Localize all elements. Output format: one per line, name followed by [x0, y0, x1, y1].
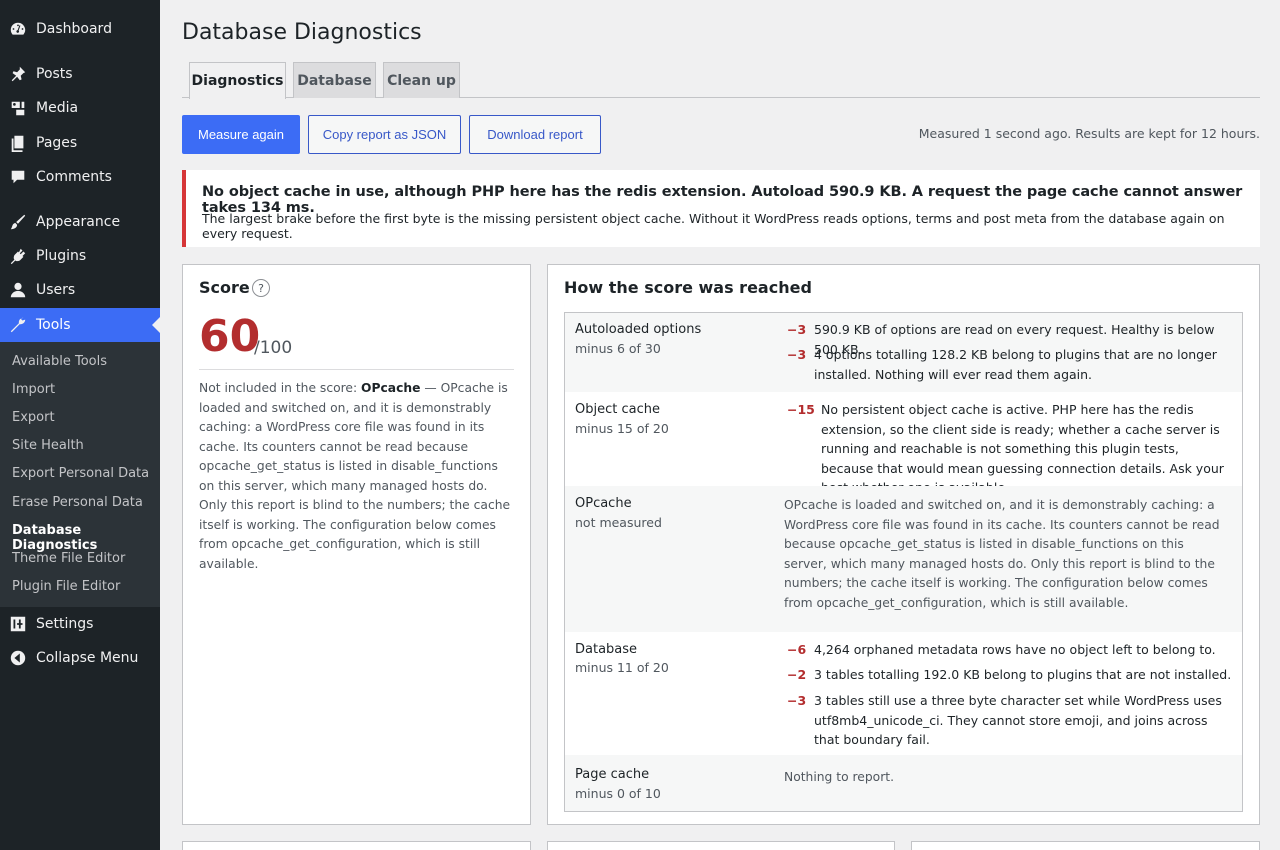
penalty-value: −2: [787, 667, 807, 682]
penalty-value: −6: [787, 642, 807, 657]
menu-item-dashboard[interactable]: Dashboard: [0, 12, 160, 46]
breakdown-row-object-cache: Object cache minus 15 of 20 −15 No persi…: [565, 392, 1242, 495]
pages-icon: [8, 133, 28, 153]
main-content: Database Diagnostics Diagnostics Databas…: [160, 0, 1280, 850]
menu-label: Dashboard: [36, 21, 112, 37]
breakdown-title: How the score was reached: [564, 278, 812, 297]
breakdown-table: Autoloaded options minus 6 of 30 −3 590.…: [564, 312, 1243, 812]
measured-status: Measured 1 second ago. Results are kept …: [918, 126, 1260, 141]
admin-sidebar: Dashboard Posts Media Pages Comments App…: [0, 0, 160, 850]
menu-item-tools[interactable]: Tools: [0, 308, 160, 342]
row-sub: minus 6 of 30: [575, 341, 661, 356]
submenu-item-export-personal-data[interactable]: Export Personal Data: [12, 466, 149, 481]
submenu-item-plugin-file-editor[interactable]: Plugin File Editor: [12, 579, 120, 594]
help-button[interactable]: ?: [252, 279, 270, 297]
penalty-text: 4,264 orphaned metadata rows have no obj…: [814, 642, 1216, 657]
menu-label: Settings: [36, 616, 94, 632]
paintbrush-icon: [8, 212, 28, 232]
menu-item-posts[interactable]: Posts: [0, 57, 160, 91]
tools-submenu: Available Tools Import Export Site Healt…: [0, 342, 160, 607]
submenu-item-export[interactable]: Export: [12, 410, 55, 425]
penalty-text: 3 tables totalling 192.0 KB belong to pl…: [814, 667, 1232, 682]
penalty-value: −3: [787, 347, 807, 362]
submenu-item-available-tools[interactable]: Available Tools: [12, 354, 107, 369]
penalty-value: −15: [787, 402, 815, 417]
menu-item-media[interactable]: Media: [0, 91, 160, 125]
penalty-value: −3: [787, 693, 807, 708]
error-notice: No object cache in use, although PHP her…: [182, 170, 1260, 247]
row-sub: minus 11 of 20: [575, 660, 669, 675]
score-max: /100: [254, 338, 293, 358]
menu-label: Collapse Menu: [36, 650, 139, 666]
tab-diagnostics[interactable]: Diagnostics: [189, 62, 286, 99]
copy-report-json-button[interactable]: Copy report as JSON: [308, 115, 461, 154]
menu-label: Tools: [36, 317, 71, 333]
wrench-icon: [8, 315, 28, 335]
submenu-item-erase-personal-data[interactable]: Erase Personal Data: [12, 495, 143, 510]
collapse-icon: [8, 648, 28, 668]
menu-label: Posts: [36, 66, 73, 82]
tab-clean-up[interactable]: Clean up: [383, 62, 460, 98]
tab-bar: Diagnostics Database Clean up: [182, 62, 1260, 99]
submenu-item-database-diagnostics[interactable]: Database Diagnostics: [12, 523, 160, 553]
penalty-text: 4 options totalling 128.2 KB belong to p…: [814, 347, 1217, 382]
menu-label: Plugins: [36, 248, 87, 264]
submenu-item-import[interactable]: Import: [12, 382, 55, 397]
row-text: OPcache is loaded and switched on, and i…: [784, 498, 1220, 610]
row-label: Page cache: [575, 767, 650, 782]
collapse-menu-button[interactable]: Collapse Menu: [0, 641, 160, 675]
row-text: Nothing to report.: [784, 770, 894, 784]
penalty-text: 3 tables still use a three byte characte…: [814, 693, 1222, 747]
penalty-text: No persistent object cache is active. PH…: [821, 402, 1224, 495]
row-sub: minus 15 of 20: [575, 421, 669, 436]
row-label: Database: [575, 642, 638, 657]
breakdown-row-page-cache: Page cache minus 0 of 10 Nothing to repo…: [565, 755, 1242, 811]
dashboard-icon: [8, 19, 28, 39]
menu-item-users[interactable]: Users: [0, 273, 160, 307]
submenu-item-site-health[interactable]: Site Health: [12, 438, 84, 453]
menu-label: Appearance: [36, 214, 121, 230]
score-note: Not included in the score: OPcache — OPc…: [199, 381, 511, 571]
menu-item-appearance[interactable]: Appearance: [0, 205, 160, 239]
score-card: Score ? 60 /100 Not included in the scor…: [182, 264, 531, 825]
breakdown-row-autoload: Autoloaded options minus 6 of 30 −3 590.…: [565, 313, 1242, 392]
score-title: Score: [199, 278, 250, 297]
lower-card: [911, 841, 1260, 850]
score-value: 60: [199, 311, 261, 362]
menu-item-settings[interactable]: Settings: [0, 607, 160, 641]
page-title: Database Diagnostics: [182, 20, 422, 45]
breakdown-row-opcache: OPcache not measured OPcache is loaded a…: [565, 486, 1242, 632]
menu-label: Media: [36, 100, 79, 116]
score-breakdown-card: How the score was reached Autoloaded opt…: [547, 264, 1260, 825]
pushpin-icon: [8, 64, 28, 84]
row-label: Object cache: [575, 402, 660, 417]
comment-icon: [8, 167, 28, 187]
plugin-icon: [8, 246, 28, 266]
row-label: OPcache: [575, 496, 632, 511]
row-label: Autoloaded options: [575, 322, 702, 337]
menu-label: Pages: [36, 135, 78, 151]
breakdown-row-database: Database minus 11 of 20 −6 4,264 orphane…: [565, 632, 1242, 755]
user-icon: [8, 280, 28, 300]
lower-card: [547, 841, 895, 850]
lower-card: [182, 841, 531, 850]
row-sub: minus 0 of 10: [575, 786, 661, 801]
menu-item-comments[interactable]: Comments: [0, 160, 160, 194]
menu-label: Comments: [36, 169, 112, 185]
media-icon: [8, 98, 28, 118]
row-sub: not measured: [575, 515, 662, 530]
menu-label: Users: [36, 282, 76, 298]
settings-sliders-icon: [8, 614, 28, 634]
penalty-value: −3: [787, 322, 807, 337]
measure-again-button[interactable]: Measure again: [182, 115, 300, 154]
tab-database[interactable]: Database: [293, 62, 376, 98]
divider: [199, 369, 514, 370]
submenu-item-theme-file-editor[interactable]: Theme File Editor: [12, 551, 125, 566]
notice-body: The largest brake before the first byte …: [202, 211, 1225, 241]
menu-item-pages[interactable]: Pages: [0, 126, 160, 160]
download-report-button[interactable]: Download report: [469, 115, 601, 154]
menu-item-plugins[interactable]: Plugins: [0, 239, 160, 273]
